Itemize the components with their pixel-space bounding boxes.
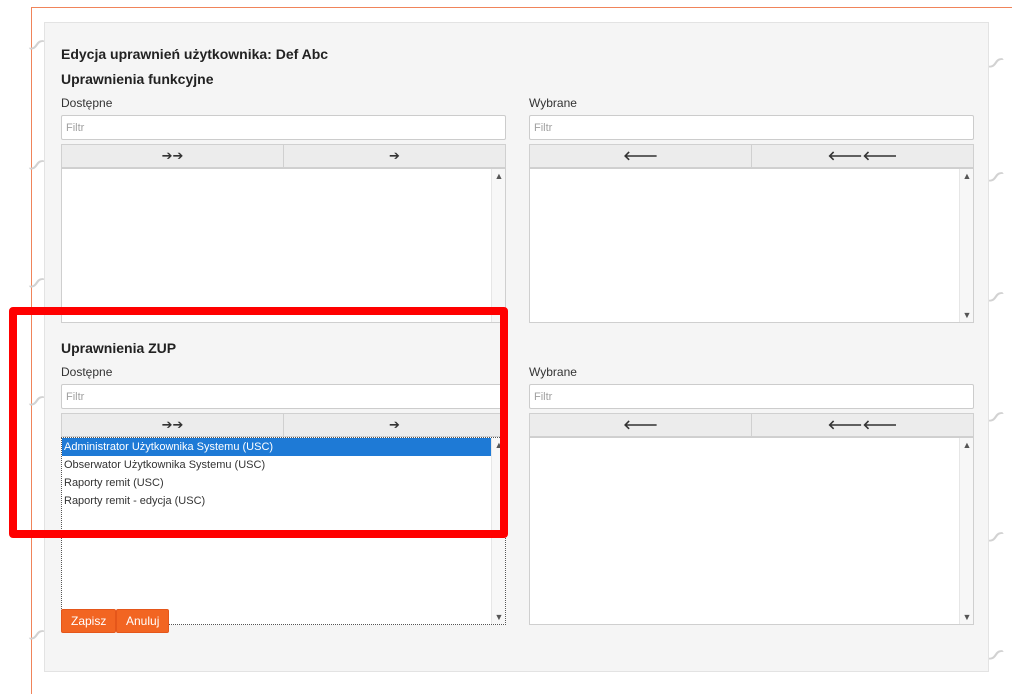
functional-available-filter[interactable] xyxy=(61,115,506,140)
zup-selected-label: Wybrane xyxy=(529,365,577,379)
chevron-up-icon[interactable]: ▲ xyxy=(960,171,973,181)
list-item[interactable]: Raporty remit (USC) xyxy=(62,474,491,492)
page-frame-top xyxy=(31,7,1012,8)
functional-move-all-left-button[interactable]: 🡐🡐 xyxy=(751,145,973,167)
zup-move-all-right-button[interactable]: ➔➔ xyxy=(62,414,283,436)
permissions-panel: Edycja uprawnień użytkownika: Def Abc Up… xyxy=(44,22,989,672)
functional-selected-filter[interactable] xyxy=(529,115,974,140)
zup-selected-listbox[interactable]: ▲ ▼ xyxy=(529,437,974,625)
functional-move-toolbar-left: ➔➔ ➔ xyxy=(61,144,506,168)
chevron-down-icon[interactable]: ▼ xyxy=(492,612,505,622)
list-item[interactable]: Obserwator Użytkownika Systemu (USC) xyxy=(62,456,491,474)
cancel-button[interactable]: Anuluj xyxy=(116,609,170,633)
functional-move-right-button[interactable]: ➔ xyxy=(283,145,505,167)
zup-available-listbox[interactable]: Administrator Użytkownika Systemu (USC) … xyxy=(61,437,506,625)
zup-move-toolbar-left: ➔➔ ➔ xyxy=(61,413,506,437)
listbox-scrollbar[interactable]: ▲ ▼ xyxy=(959,438,973,624)
listbox-scrollbar[interactable]: ▲ ▼ xyxy=(959,169,973,322)
functional-available-listbox[interactable]: ▲ xyxy=(61,168,506,323)
functional-move-all-right-button[interactable]: ➔➔ xyxy=(62,145,283,167)
zup-move-all-left-button[interactable]: 🡐🡐 xyxy=(751,414,973,436)
zup-move-right-button[interactable]: ➔ xyxy=(283,414,505,436)
page-title: Edycja uprawnień użytkownika: Def Abc xyxy=(61,46,329,62)
save-button[interactable]: Zapisz xyxy=(61,609,117,633)
functional-selected-listbox[interactable]: ▲ ▼ xyxy=(529,168,974,323)
listbox-scrollbar[interactable]: ▲ xyxy=(491,169,505,322)
zup-available-filter[interactable] xyxy=(61,384,506,409)
zup-move-toolbar-right: 🡐 🡐🡐 xyxy=(529,413,974,437)
chevron-up-icon[interactable]: ▲ xyxy=(960,440,973,450)
functional-section-title: Uprawnienia funkcyjne xyxy=(61,71,214,87)
list-item[interactable]: Raporty remit - edycja (USC) xyxy=(62,492,491,510)
zup-selected-filter[interactable] xyxy=(529,384,974,409)
chevron-down-icon[interactable]: ▼ xyxy=(960,612,973,622)
functional-selected-label: Wybrane xyxy=(529,96,577,110)
functional-available-label: Dostępne xyxy=(61,96,113,110)
chevron-up-icon[interactable]: ▲ xyxy=(492,440,505,450)
zup-available-label: Dostępne xyxy=(61,365,113,379)
chevron-down-icon[interactable]: ▼ xyxy=(960,310,973,320)
zup-move-left-button[interactable]: 🡐 xyxy=(530,414,751,436)
functional-move-toolbar-right: 🡐 🡐🡐 xyxy=(529,144,974,168)
chevron-up-icon[interactable]: ▲ xyxy=(492,171,505,181)
zup-section-title: Uprawnienia ZUP xyxy=(61,340,177,356)
list-item[interactable]: Administrator Użytkownika Systemu (USC) xyxy=(62,438,491,456)
functional-move-left-button[interactable]: 🡐 xyxy=(530,145,751,167)
page-frame-left xyxy=(31,7,32,694)
listbox-scrollbar[interactable]: ▲ ▼ xyxy=(491,438,505,624)
